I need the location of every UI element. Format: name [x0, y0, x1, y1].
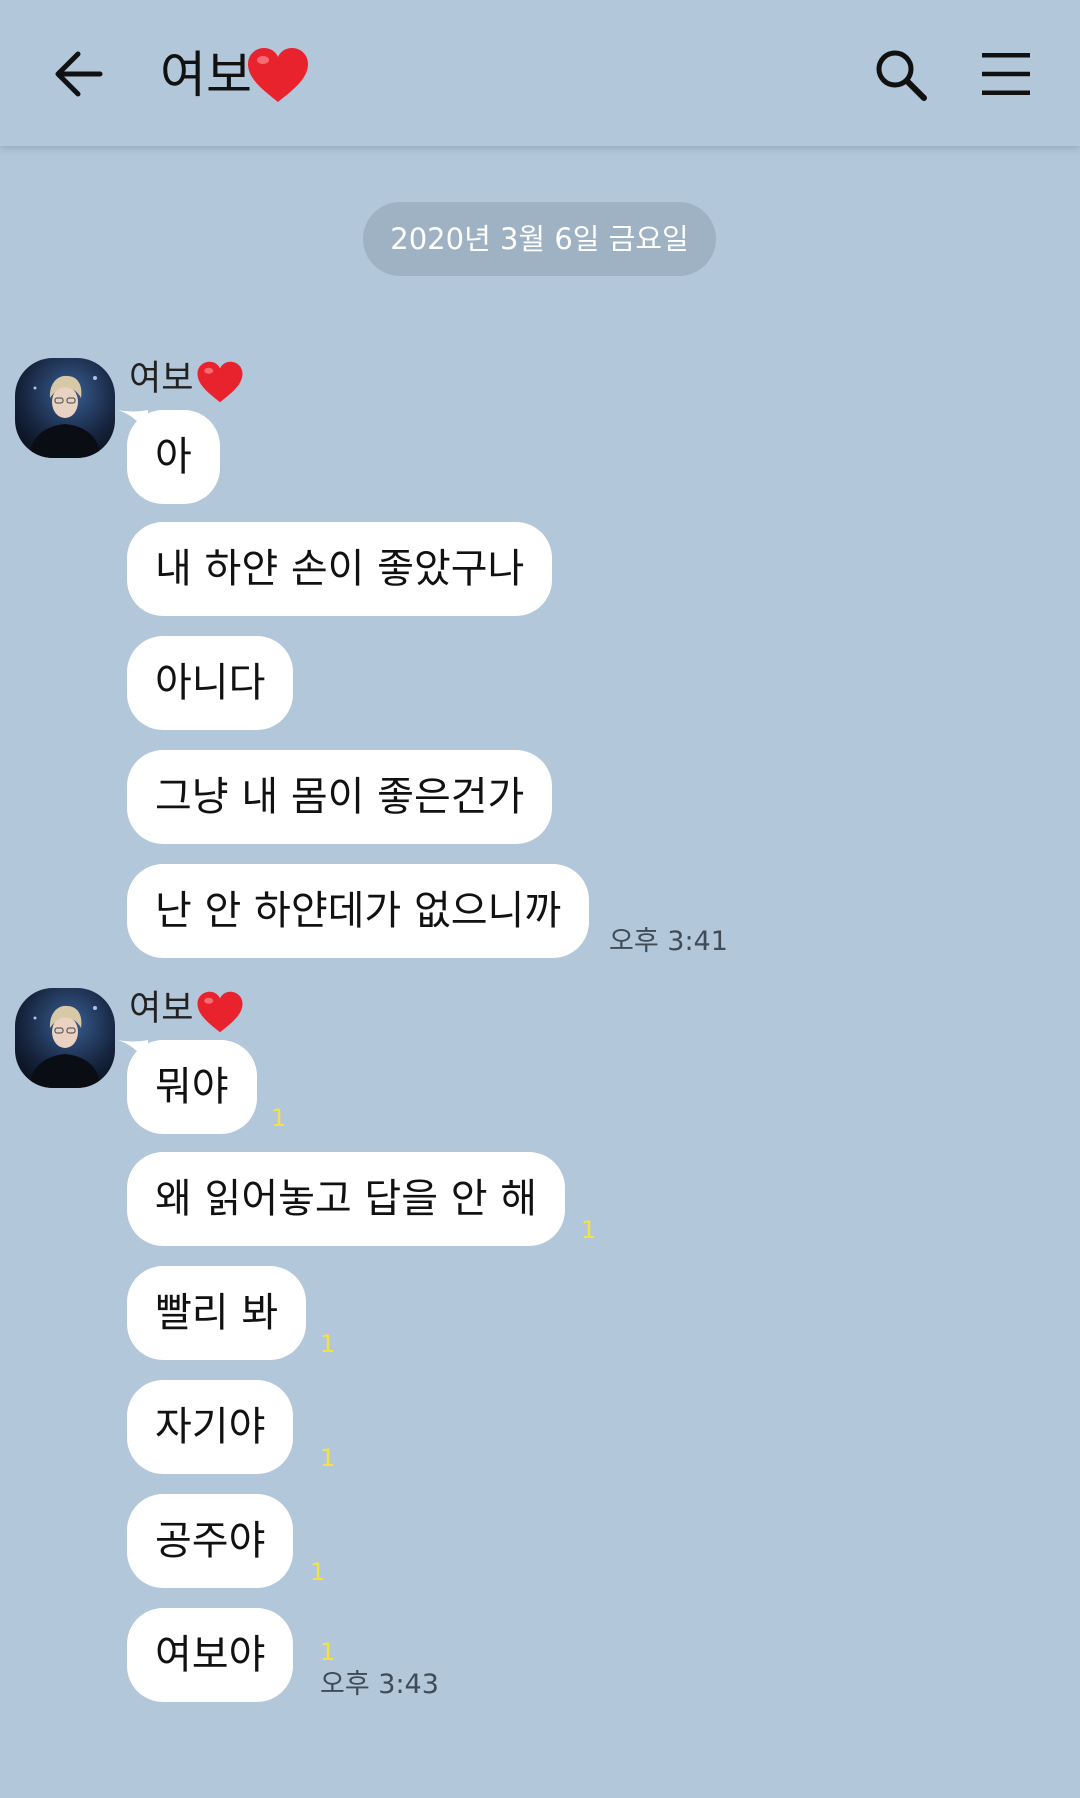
message-bubble[interactable]: 자기야 [127, 1380, 294, 1474]
message-bubble[interactable]: 뭐야 [127, 1040, 257, 1134]
sender-avatar[interactable] [15, 358, 115, 458]
message-bubble[interactable]: 내 하얀 손이 좋았구나 [127, 522, 553, 616]
profile-photo [15, 358, 115, 458]
message-bubble[interactable]: 아 [127, 410, 220, 504]
chat-header: 여보 [0, 0, 1080, 146]
message-bubble[interactable]: 난 안 하얀데가 없으니까 [127, 864, 590, 958]
date-divider: 2020년 3월 6일 금요일 [363, 202, 716, 276]
message-timestamp: 오후 3:43 [320, 1669, 439, 1700]
message-bubble[interactable]: 왜 읽어놓고 답을 안 해 [127, 1152, 566, 1246]
unread-count: 1 [320, 1444, 336, 1472]
unread-count: 1 [310, 1558, 326, 1586]
message-bubble[interactable]: 빨리 봐 [127, 1266, 307, 1360]
sender-avatar[interactable] [15, 988, 115, 1088]
heart-emoji-icon [197, 991, 243, 1033]
unread-count: 1 [581, 1216, 597, 1244]
profile-photo [15, 988, 115, 1088]
unread-count: 1 [320, 1638, 336, 1666]
sender-name: 여보 [129, 359, 194, 399]
heart-emoji-icon [197, 361, 243, 403]
sender-name: 여보 [129, 989, 194, 1029]
heart-emoji-icon [248, 48, 308, 102]
hamburger-menu-icon[interactable] [980, 50, 1032, 98]
unread-count: 1 [320, 1330, 336, 1358]
unread-count: 1 [271, 1104, 287, 1132]
search-icon[interactable] [872, 46, 928, 102]
message-timestamp: 오후 3:41 [609, 926, 728, 957]
arrow-left-icon[interactable] [48, 44, 108, 104]
message-bubble[interactable]: 여보야 [127, 1608, 294, 1702]
message-bubble[interactable]: 공주야 [127, 1494, 294, 1588]
chat-title: 여보 [160, 46, 252, 104]
message-bubble[interactable]: 그냥 내 몸이 좋은건가 [127, 750, 553, 844]
message-bubble[interactable]: 아니다 [127, 636, 294, 730]
